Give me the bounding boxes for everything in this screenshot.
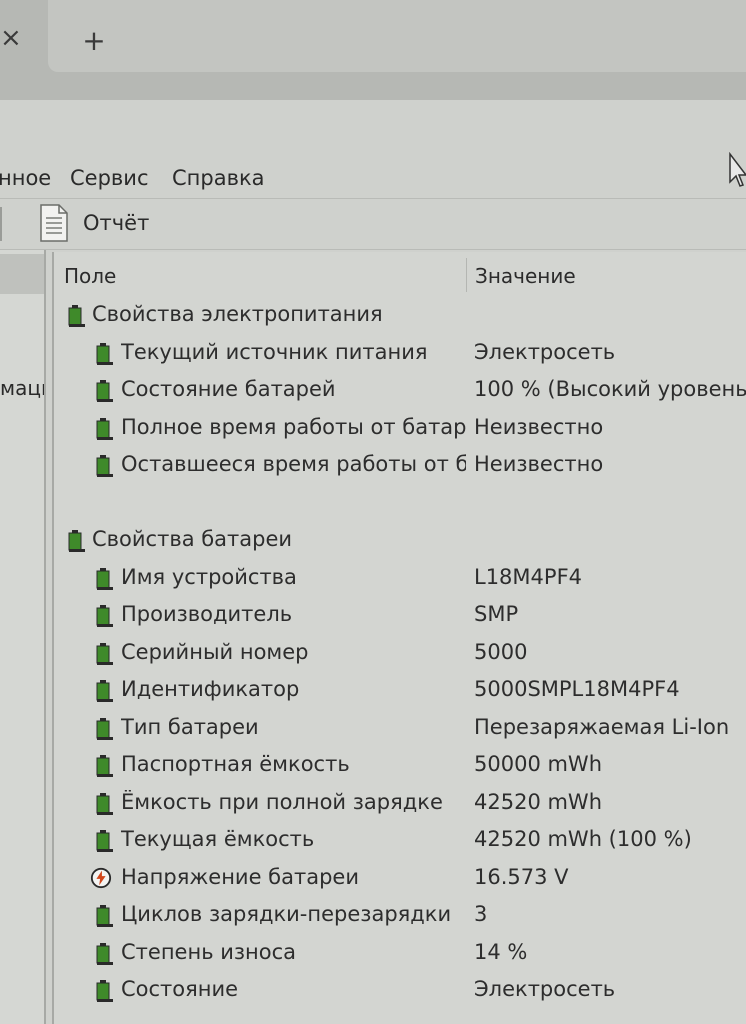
row-value: 14 % bbox=[474, 939, 528, 964]
voltage-icon bbox=[90, 867, 112, 891]
battery-icon bbox=[94, 717, 114, 741]
row-value: SMP bbox=[474, 602, 519, 626]
table-row[interactable]: Текущая ёмкость 42520 mWh (100 %) bbox=[54, 823, 746, 859]
table-row[interactable]: Полное время работы от батар... Неизвестн… bbox=[54, 411, 746, 447]
battery-icon bbox=[66, 529, 86, 553]
row-value: 42520 mWh bbox=[474, 789, 603, 814]
table-row[interactable]: Имя устройства L18M4PF4 bbox=[54, 561, 746, 597]
row-field: Напряжение батареи bbox=[121, 864, 359, 889]
row-field: Степень износа bbox=[121, 939, 297, 964]
column-divider[interactable] bbox=[466, 258, 467, 292]
battery-icon bbox=[94, 754, 114, 778]
battery-icon bbox=[94, 454, 114, 478]
battery-icon bbox=[94, 829, 114, 853]
row-field: Ёмкость при полной зарядке bbox=[121, 789, 443, 814]
group-title: Свойства электропитания bbox=[92, 302, 383, 326]
battery-icon bbox=[94, 679, 114, 703]
nav-item-selected[interactable] bbox=[0, 254, 44, 294]
group-header[interactable]: Свойства электропитания bbox=[54, 298, 746, 334]
table-row[interactable]: Производитель SMP bbox=[54, 598, 746, 634]
column-header-value[interactable]: Значение bbox=[475, 264, 576, 288]
row-value: Электросеть bbox=[474, 339, 616, 364]
row-field: Состояние батарей bbox=[121, 377, 336, 401]
nav-item-label[interactable]: мации bbox=[0, 376, 44, 400]
table-row[interactable]: Оставшееся время работы от б... Неизвестн… bbox=[54, 448, 746, 484]
battery-icon bbox=[94, 979, 114, 1003]
row-field: Полное время работы от батар... bbox=[121, 414, 466, 439]
menu-item-service[interactable]: Сервис bbox=[70, 166, 148, 190]
menu-item-partial[interactable]: нное bbox=[0, 166, 51, 190]
row-value: 5000 bbox=[474, 639, 528, 664]
table-row[interactable]: Тип батареи Перезаряжаемая Li-Ion bbox=[54, 711, 746, 747]
row-field: Оставшееся время работы от б... bbox=[121, 452, 466, 476]
table-row[interactable]: Серийный номер 5000 bbox=[54, 636, 746, 672]
table-row[interactable]: Паспортная ёмкость 50000 mWh bbox=[54, 748, 746, 784]
menu-bar: нное Сервис Справка bbox=[0, 162, 746, 198]
battery-icon bbox=[94, 417, 114, 441]
report-icon[interactable] bbox=[38, 203, 70, 243]
row-field: Состояние bbox=[121, 977, 239, 1001]
battery-icon bbox=[94, 342, 114, 366]
row-field: Тип батареи bbox=[121, 714, 259, 739]
table-row[interactable]: Степень износа 14 % bbox=[54, 936, 746, 972]
mouse-cursor-icon bbox=[729, 152, 746, 187]
row-value: 5000SMPL18M4PF4 bbox=[474, 677, 680, 701]
tab-bar-area bbox=[48, 0, 746, 72]
table-row[interactable]: Состояние батарей 100 % (Высокий уровень) bbox=[54, 373, 746, 409]
row-field: Текущая ёмкость bbox=[121, 827, 315, 851]
toolbar-separator bbox=[0, 207, 4, 241]
row-value: Перезаряжаемая Li-Ion bbox=[474, 714, 730, 739]
table-row[interactable]: Ёмкость при полной зарядке 42520 mWh bbox=[54, 786, 746, 822]
row-field: Производитель bbox=[121, 602, 293, 626]
details-panel: Поле Значение Свойства электропитания Тек… bbox=[52, 252, 746, 1024]
row-value: L18M4PF4 bbox=[474, 564, 583, 589]
row-field: Серийный номер bbox=[121, 639, 309, 664]
row-field: Имя устройства bbox=[121, 564, 297, 589]
column-header-field[interactable]: Поле bbox=[64, 264, 116, 288]
report-button-label[interactable]: Отчёт bbox=[83, 211, 149, 235]
navigation-pane: мации bbox=[0, 250, 46, 1024]
row-value: 50000 mWh bbox=[474, 752, 603, 776]
table-row[interactable]: Идентификатор 5000SMPL18M4PF4 bbox=[54, 673, 746, 709]
menu-item-help[interactable]: Справка bbox=[172, 166, 265, 190]
row-field: Идентификатор bbox=[121, 677, 300, 701]
tab-strip: × + bbox=[0, 0, 746, 100]
group-header[interactable]: Свойства батареи bbox=[54, 523, 746, 559]
battery-icon bbox=[66, 304, 86, 328]
battery-icon bbox=[94, 942, 114, 966]
table-row[interactable]: Состояние Электросеть bbox=[54, 973, 746, 1009]
row-value: 42520 mWh (100 %) bbox=[474, 827, 692, 851]
row-value: Неизвестно bbox=[474, 414, 604, 439]
row-field: Циклов зарядки-перезарядки bbox=[121, 902, 452, 926]
table-row[interactable]: Текущий источник питания Электросеть bbox=[54, 336, 746, 372]
new-tab-icon[interactable]: + bbox=[80, 24, 108, 58]
battery-icon bbox=[94, 567, 114, 591]
battery-icon bbox=[94, 604, 114, 628]
row-value: Электросеть bbox=[474, 977, 616, 1001]
tab-close-icon[interactable]: × bbox=[0, 18, 24, 58]
row-field: Текущий источник питания bbox=[121, 339, 428, 364]
row-value: 3 bbox=[474, 902, 488, 926]
row-value: 16.573 V bbox=[474, 864, 569, 889]
toolbar: Отчёт bbox=[0, 198, 746, 250]
battery-icon bbox=[94, 642, 114, 666]
table-row[interactable]: Циклов зарядки-перезарядки 3 bbox=[54, 898, 746, 934]
group-title: Свойства батареи bbox=[92, 527, 293, 551]
battery-icon bbox=[94, 379, 114, 403]
battery-icon bbox=[94, 792, 114, 816]
row-value: Неизвестно bbox=[474, 452, 604, 476]
row-field: Паспортная ёмкость bbox=[121, 752, 350, 776]
table-row[interactable]: Напряжение батареи 16.573 V bbox=[54, 861, 746, 897]
row-value: 100 % (Высокий уровень) bbox=[474, 377, 746, 401]
battery-icon bbox=[94, 904, 114, 928]
